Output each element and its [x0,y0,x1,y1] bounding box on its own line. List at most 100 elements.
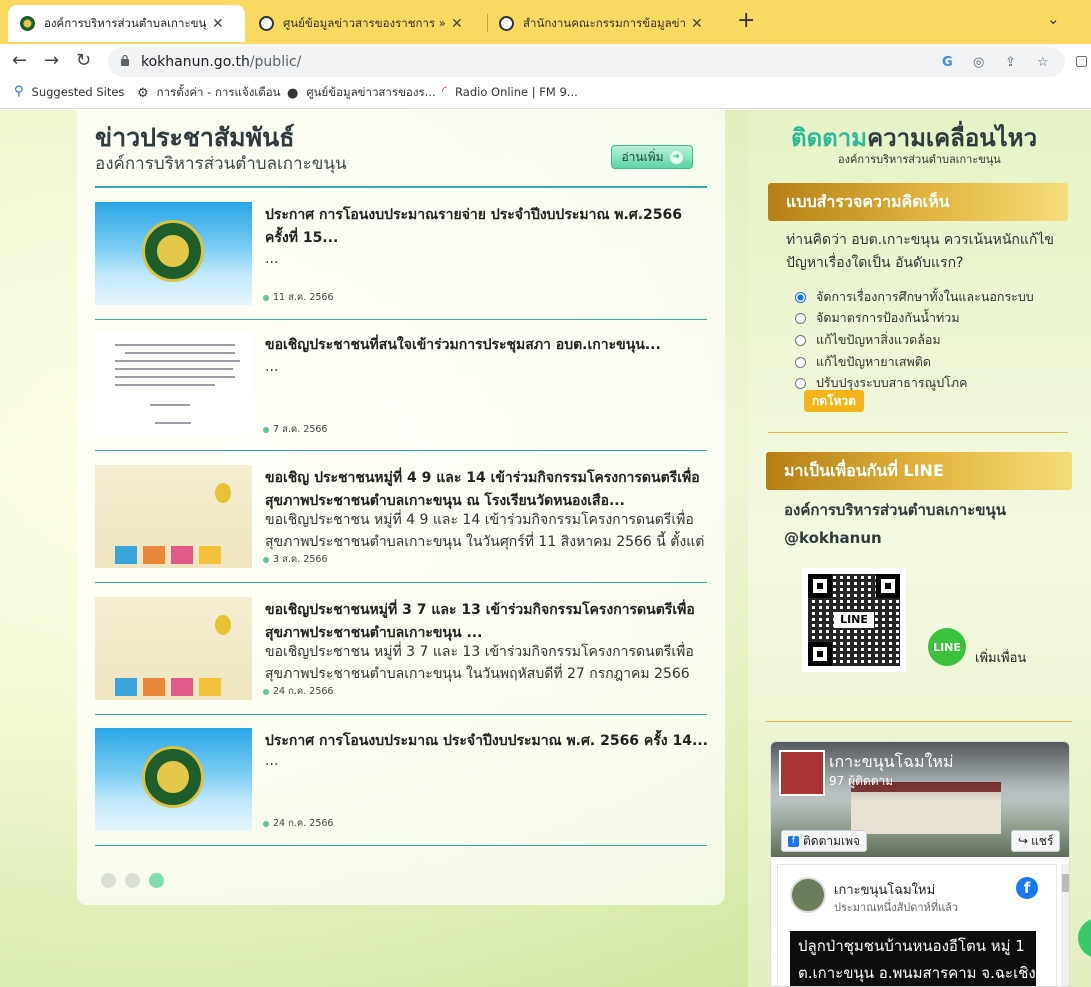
globe-icon: ● [287,85,299,101]
post-author[interactable]: เกาะขนุนโฉมใหม่ [834,879,935,900]
carousel-dot[interactable] [101,873,116,888]
bunting-flag [199,546,221,564]
bunting-flag [143,678,165,696]
close-icon[interactable]: ✕ [212,16,224,32]
qr-line-label: LINE [834,612,874,628]
close-icon[interactable]: ✕ [451,16,463,32]
poll-option[interactable]: แก้ไขปัญหาสิ่งแวดล้อม [795,330,941,350]
star-icon[interactable]: ☆ [1037,55,1049,70]
radio-icon[interactable] [795,356,806,368]
globe-icon [259,16,274,31]
divider [95,845,707,846]
news-item-title[interactable]: ขอเชิญประชาชนที่สนใจเข้าร่วมการประชุมสภา… [265,334,710,357]
close-icon[interactable]: ✕ [691,16,703,32]
post-image[interactable]: ปลูกป่าชุมชนบ้านหนองอีโตน หมู่ 1 ต.เกาะข… [790,931,1036,986]
post-image-line: ปลูกป่าชุมชนบ้านหนองอีโตน หมู่ 1 [798,937,1025,955]
back-arrow-icon[interactable]: ← [12,50,27,71]
chevron-down-icon[interactable]: ⌄ [1047,10,1060,28]
bunting-flag [115,678,137,696]
news-item-date: 7 ส.ค. 2566 [263,422,327,437]
poll-option[interactable]: แก้ไขปัญหายาเสพติด [795,352,931,372]
news-item-title[interactable]: ขอเชิญประชาชนหมู่ที่ 3 7 และ 13 เข้าร่วม… [265,599,710,645]
bunting-flag [171,678,193,696]
poll-option[interactable]: จัดการเรื่องการศึกษาทั้งในและนอกระบบ [795,287,1034,307]
date-dot-icon [263,820,269,827]
facebook-icon: f [788,835,799,847]
url-text: kokhanun.go.th/public/ [141,54,302,70]
sidebar: ติดตามความเคลื่อนไหว องค์การบริหารส่วนตำ… [748,110,1091,987]
line-logo-icon[interactable]: LINE [928,628,966,666]
read-more-button[interactable]: อ่านเพิ่ม ➜ [611,145,693,169]
share-icon[interactable]: ⇪ [1005,55,1016,70]
poll-option[interactable]: จัดมาตรการป้องกันน้ำท่วม [795,308,960,328]
facebook-follow-button[interactable]: f ติดตามเพจ [781,830,868,852]
radio-icon[interactable] [795,312,806,324]
scrollbar[interactable] [1061,864,1069,986]
bookmarks-bar: ⚲ Suggested Sites ⚙ การตั้งค่า - การแจ้งเต… [0,78,1091,109]
eye-off-icon[interactable]: ◎ [973,55,984,70]
bookmark-radio-online[interactable]: ◜ Radio Online | FM 9... [442,84,578,99]
bookmark-settings[interactable]: ⚙ การตั้งค่า - การแจ้งเตือน [137,84,280,102]
news-item-title[interactable]: ขอเชิญ ประชาชนหมู่ที่ 4 9 และ 14 เข้าร่ว… [265,467,710,513]
date-dot-icon [263,556,269,563]
radio-icon[interactable] [795,334,806,346]
org-seal-icon [142,746,204,808]
news-thumbnail [95,202,252,305]
news-item-desc: ... [265,251,279,267]
divider [95,582,707,583]
tab-title: ศูนย์ข้อมูลข่าวสารของราชการ » องค์ก [283,15,445,30]
poll-header: แบบสำรวจความคิดเห็น [768,183,1068,221]
bunting-flag [115,546,137,564]
avatar[interactable] [790,877,826,913]
music-note-icon [215,615,231,635]
news-item-title[interactable]: ประกาศ การโอนงบประมาณรายจ่าย ประจำปีงบปร… [265,204,710,250]
facebook-post[interactable]: เกาะขนุนโฉมใหม่ ประมาณหนึ่งสัปดาห์ที่แล้… [777,864,1057,986]
poll-question: ท่านคิดว่า อบต.เกาะขนุน ควรเน้นหนักแก้ไข… [786,232,1054,271]
news-item-desc: ขอเชิญประชาชน หมู่ที่ 3 7 และ 13 เข้าร่ว… [265,644,694,682]
tab-strip: องค์การบริหารส่วนตำบลเกาะขนุน ( อบ ✕ ศูน… [0,0,1091,44]
bunting-flag [171,546,193,564]
tab-3[interactable]: สำนักงานคณะกรรมการข้อมูลข่าวสารข ✕ [487,5,727,42]
line-qr-code[interactable]: LINE [802,568,906,672]
news-item[interactable]: ขอเชิญประชาชนที่สนใจเข้าร่วมการประชุมสภา… [95,332,707,442]
news-item-date: 24 ก.ค. 2566 [263,816,333,831]
carousel-dot[interactable] [125,873,140,888]
radio-icon[interactable] [795,377,806,389]
google-icon[interactable]: G [942,55,953,70]
tab-2[interactable]: ศูนย์ข้อมูลข่าวสารของราชการ » องค์ก ✕ [247,5,487,42]
vote-button[interactable]: กดโหวต [804,390,864,412]
new-tab-plus-icon[interactable]: + [737,8,755,33]
add-friend-link[interactable]: เพิ่มเพื่อน [975,647,1026,668]
radio-selected-icon[interactable] [795,291,806,303]
news-item[interactable]: ขอเชิญประชาชนหมู่ที่ 3 7 และ 13 เข้าร่วม… [95,597,707,707]
music-note-icon [215,483,231,503]
news-thumbnail [95,465,252,568]
search-icon: ⚲ [14,84,24,99]
address-bar[interactable]: kokhanun.go.th/public/ G ◎ ⇪ ☆ [108,47,1065,77]
date-dot-icon [263,294,269,301]
bookmark-info-center[interactable]: ● ศูนย์ข้อมูลข่าวสารของร... [287,84,436,102]
news-item-desc: ... [265,359,279,375]
carousel-dots [101,873,173,888]
facebook-logo-icon[interactable]: f [1016,877,1038,899]
globe-icon [499,16,514,31]
tab-title: สำนักงานคณะกรรมการข้อมูลข่าวสารข [523,15,685,30]
facebook-page-thumbnail[interactable] [779,750,825,796]
divider [95,319,707,320]
post-time[interactable]: ประมาณหนึ่งสัปดาห์ที่แล้ว [834,898,958,916]
carousel-dot-active[interactable] [149,873,164,888]
sidebar-panel-icon[interactable]: ▢ [1075,53,1088,69]
tab-active[interactable]: องค์การบริหารส่วนตำบลเกาะขนุน ( อบ ✕ [8,5,245,42]
share-arrow-icon: ↪ [1018,834,1029,848]
news-item[interactable]: ประกาศ การโอนงบประมาณรายจ่าย ประจำปีงบปร… [95,202,707,312]
bookmark-suggested-sites[interactable]: ⚲ Suggested Sites [14,84,124,99]
facebook-page-widget: เกาะขนุนโฉมใหม่ 97 ผู้ติดตาม f ติดตามเพจ … [770,741,1070,987]
news-thumbnail [95,332,252,435]
forward-arrow-icon[interactable]: → [44,50,59,71]
news-item[interactable]: ประกาศ การโอนงบประมาณ ประจำปีงบประมาณ พ.… [95,728,708,838]
facebook-followers: 97 ผู้ติดตาม [829,774,894,788]
facebook-share-button[interactable]: ↪ แชร์ [1011,830,1061,852]
news-item[interactable]: ขอเชิญ ประชาชนหมู่ที่ 4 9 และ 14 เข้าร่ว… [95,465,707,575]
arrow-right-icon: ➜ [669,150,683,164]
reload-icon[interactable]: ↻ [76,50,91,71]
